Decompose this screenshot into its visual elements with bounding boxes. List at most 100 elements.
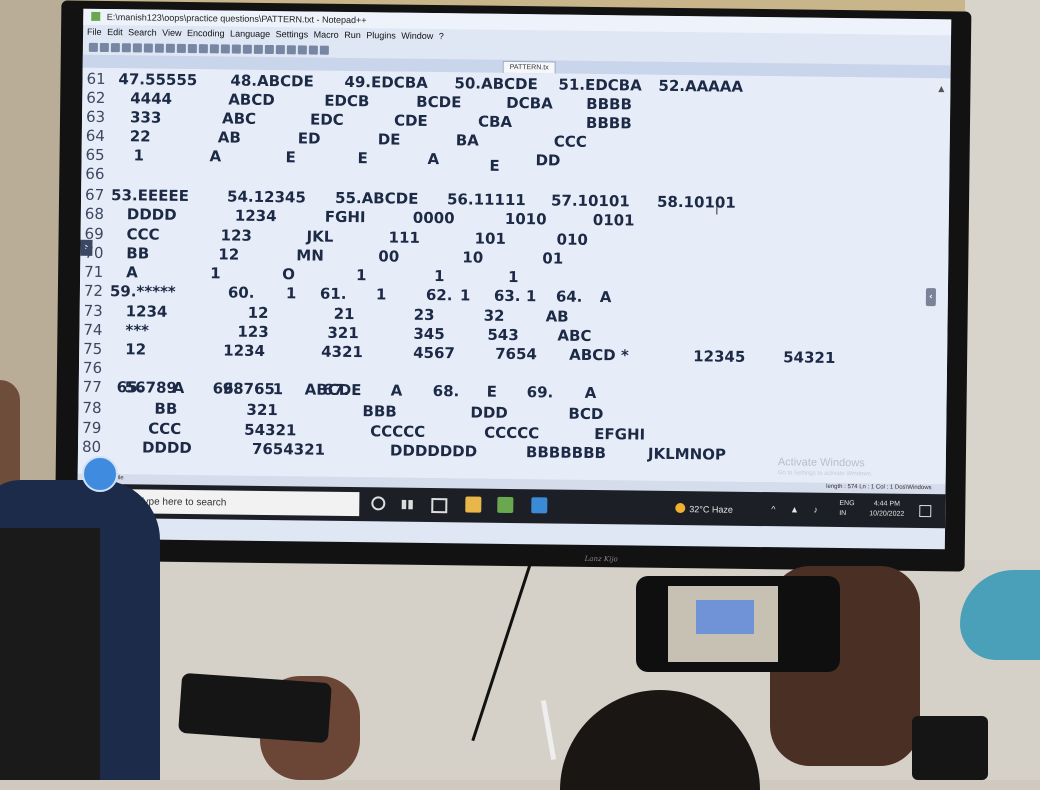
code-token: ABCD bbox=[228, 90, 275, 110]
code-token: 1 bbox=[508, 267, 519, 287]
redo-icon[interactable] bbox=[198, 43, 208, 53]
menu-settings[interactable]: Settings bbox=[276, 29, 309, 39]
notification-icon[interactable] bbox=[919, 504, 932, 518]
open-file-icon[interactable] bbox=[99, 42, 109, 52]
indent-guide-icon[interactable] bbox=[275, 44, 285, 54]
file-explorer-icon[interactable] bbox=[465, 496, 482, 513]
code-token: 68. bbox=[432, 382, 460, 401]
line-number: 74 bbox=[83, 320, 103, 339]
menu-view[interactable]: View bbox=[162, 28, 181, 38]
find-icon[interactable] bbox=[209, 43, 219, 53]
menu-help[interactable]: ? bbox=[439, 31, 444, 41]
code-token: DE bbox=[377, 130, 401, 149]
menu-window[interactable]: Window bbox=[401, 31, 433, 41]
editor-area[interactable]: › I ▲ ‹ Activate Windows Go to Settings … bbox=[77, 67, 951, 485]
code-token: 59.***** bbox=[109, 282, 176, 301]
menu-macro[interactable]: Macro bbox=[314, 30, 339, 40]
menu-edit[interactable]: Edit bbox=[107, 27, 123, 37]
phone-recording bbox=[636, 576, 840, 672]
code-token: EDCB bbox=[324, 91, 370, 111]
copy-icon[interactable] bbox=[165, 43, 175, 53]
activate-windows-title: Activate Windows bbox=[777, 456, 865, 470]
tv-brand-logo: Lanz Kijo bbox=[584, 554, 618, 564]
sync-scroll-icon[interactable] bbox=[253, 44, 263, 54]
menu-search[interactable]: Search bbox=[128, 27, 157, 37]
code-token: 1 bbox=[525, 287, 537, 306]
photos-icon[interactable] bbox=[531, 497, 548, 514]
save-icon[interactable] bbox=[110, 42, 120, 52]
menu-encoding[interactable]: Encoding bbox=[187, 28, 225, 38]
code-token: CBA bbox=[477, 112, 513, 131]
line-number: 68 bbox=[84, 204, 105, 223]
cut-icon[interactable] bbox=[154, 43, 164, 53]
sun-icon bbox=[675, 502, 686, 514]
code-token: 01 bbox=[542, 249, 564, 268]
task-view-icon[interactable]: ▮▮ bbox=[399, 496, 415, 512]
menu-language[interactable]: Language bbox=[230, 29, 270, 39]
code-token: 321 bbox=[246, 400, 278, 420]
line-number: 71 bbox=[84, 262, 104, 281]
stop-macro-icon[interactable] bbox=[297, 44, 307, 54]
weather-widget[interactable]: 32°C Haze bbox=[675, 502, 733, 515]
save-macro-icon[interactable] bbox=[319, 45, 329, 55]
code-token: 66. bbox=[212, 379, 240, 398]
play-macro-icon[interactable] bbox=[308, 44, 318, 55]
code-token: 23 bbox=[413, 305, 435, 325]
menu-run[interactable]: Run bbox=[344, 30, 361, 40]
laptop bbox=[0, 528, 100, 780]
cortana-icon[interactable] bbox=[371, 496, 386, 511]
window-app-icon[interactable] bbox=[431, 498, 448, 514]
record-macro-icon[interactable] bbox=[286, 44, 296, 54]
paste-icon[interactable] bbox=[176, 43, 186, 53]
code-token: JKL bbox=[306, 227, 334, 246]
code-token: ABC bbox=[557, 326, 592, 345]
code-token: 0000 bbox=[412, 208, 455, 228]
code-token: EDC bbox=[309, 110, 344, 129]
code-token: JKLMNOP bbox=[647, 444, 727, 464]
code-token: BBB bbox=[362, 402, 397, 421]
zoom-out-icon[interactable] bbox=[242, 44, 252, 54]
code-token: E bbox=[486, 382, 498, 401]
line-number: 62 bbox=[86, 88, 106, 108]
code-token: E bbox=[357, 149, 368, 168]
replace-icon[interactable] bbox=[220, 43, 230, 54]
line-number: 63 bbox=[85, 107, 106, 127]
line-number: 61 bbox=[86, 69, 106, 89]
code-token: BBBBBBB bbox=[525, 443, 607, 463]
word-wrap-icon[interactable] bbox=[264, 44, 274, 54]
language-indicator[interactable]: ENG IN bbox=[839, 499, 854, 519]
code-token: 48.ABCDE bbox=[230, 71, 314, 91]
clock[interactable]: 4:44 PM 10/20/2022 bbox=[869, 499, 904, 519]
scroll-thumb[interactable]: ‹ bbox=[925, 288, 937, 307]
code-token: 1 bbox=[210, 264, 221, 283]
code-token: BCDE bbox=[416, 92, 462, 112]
code-token: 101 bbox=[474, 229, 506, 248]
code-token: 1 bbox=[133, 146, 145, 165]
close-icon[interactable] bbox=[132, 42, 142, 52]
code-token: 22 bbox=[129, 127, 151, 146]
code-token: DDDDDDD bbox=[389, 441, 478, 461]
undo-icon[interactable] bbox=[187, 43, 197, 53]
menu-plugins[interactable]: Plugins bbox=[366, 30, 396, 40]
tv-display: E:\manish123\oops\practice questions\PAT… bbox=[54, 0, 972, 572]
zoom-in-icon[interactable] bbox=[231, 44, 241, 54]
code-token: 61. bbox=[319, 284, 347, 303]
new-file-icon[interactable] bbox=[88, 42, 98, 52]
code-token: ED bbox=[297, 129, 321, 148]
code-token: 010 bbox=[556, 230, 588, 249]
code-token: 58.10101 bbox=[656, 192, 736, 212]
code-token: 54321 bbox=[244, 420, 297, 440]
tray-icons[interactable]: ^ ▲ ♪ bbox=[771, 504, 824, 515]
notepad-taskbar-icon[interactable] bbox=[497, 496, 514, 514]
menu-file[interactable]: File bbox=[87, 27, 102, 37]
screen: E:\manish123\oops\practice questions\PAT… bbox=[76, 8, 952, 550]
code-token: BCD bbox=[568, 404, 604, 424]
code-token: 53.EEEEE bbox=[110, 186, 189, 206]
scroll-up-arrow-icon[interactable]: ▲ bbox=[938, 84, 944, 93]
code-token: 32 bbox=[483, 306, 505, 325]
vertical-scrollbar[interactable]: ▲ ‹ bbox=[925, 78, 945, 484]
print-icon[interactable] bbox=[143, 42, 153, 53]
code-token: 1234 bbox=[234, 206, 277, 226]
save-all-icon[interactable] bbox=[121, 42, 131, 52]
code-token: E bbox=[489, 156, 500, 175]
